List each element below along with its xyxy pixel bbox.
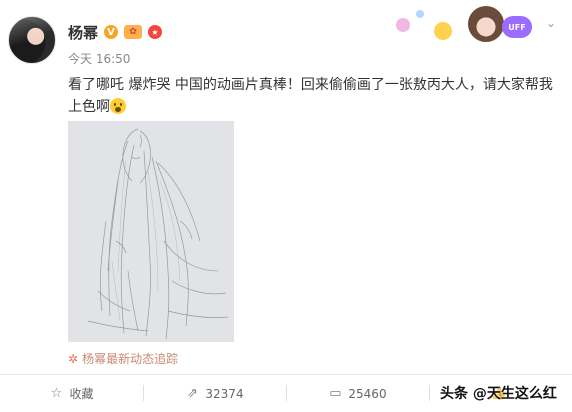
post-text: 看了哪吒 爆炸哭 中国的动画片真棒！回来偷偷画了一张敖丙大人，请大家帮我上色啊 (68, 74, 558, 118)
post-image[interactable] (68, 121, 234, 342)
comment-count: 25460 (348, 386, 387, 401)
track-star-icon: ✲ (68, 351, 79, 366)
verified-icon: V (104, 25, 119, 39)
repost-button[interactable]: ⇗ 32374 (143, 375, 286, 412)
avatar[interactable] (8, 16, 56, 64)
chevron-down-icon[interactable]: ⌄ (544, 16, 558, 30)
track-label: 杨幂最新动态追踪 (82, 352, 179, 366)
watermark: 头条 @天生这么红 (440, 386, 557, 402)
post-time[interactable]: 今天 16:50 (68, 50, 130, 67)
favorite-button[interactable]: ☆ 收藏 (0, 375, 143, 412)
banner-portrait (466, 4, 506, 44)
author-name[interactable]: 杨幂 (68, 22, 98, 43)
shocked-emoji-icon (110, 98, 126, 114)
banner-tag: UFF (502, 16, 532, 38)
card-banner: UFF (392, 4, 540, 48)
pencil-sketch-drawing (68, 121, 234, 342)
decor-bubble-icon (396, 18, 410, 32)
comment-icon: ▭ (329, 385, 342, 401)
track-link[interactable]: ✲ 杨幂最新动态追踪 (68, 350, 178, 367)
favorite-label: 收藏 (69, 387, 94, 401)
fan-badge-icon: ✿ (124, 25, 143, 39)
decor-bubble-icon (416, 10, 424, 18)
decor-bubble-icon (434, 22, 452, 40)
post-body: 看了哪吒 爆炸哭 中国的动画片真棒！回来偷偷画了一张敖丙大人，请大家帮我上色啊 (68, 77, 553, 115)
repost-count: 32374 (205, 386, 244, 401)
star-icon: ☆ (50, 385, 63, 401)
author-row: 杨幂 V ✿ ★ (68, 22, 163, 43)
repost-icon: ⇗ (186, 385, 198, 401)
member-badge-icon: ★ (148, 25, 163, 39)
comment-button[interactable]: ▭ 25460 (286, 375, 429, 412)
